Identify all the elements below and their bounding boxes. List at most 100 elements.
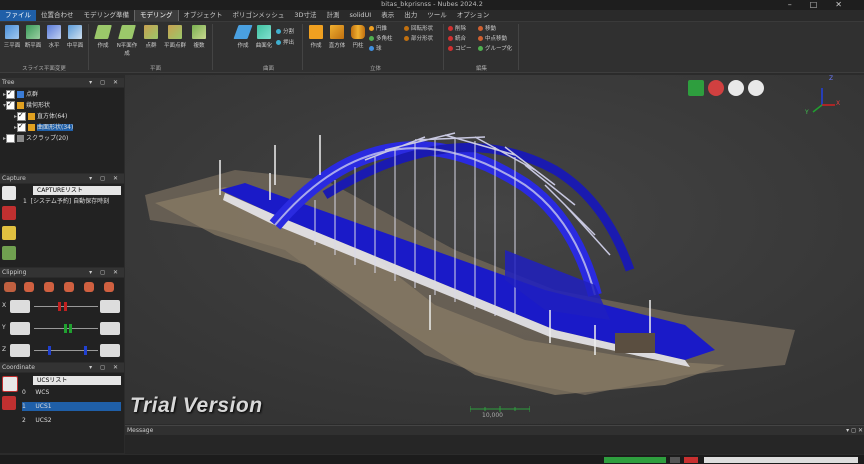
ucs-row-selected[interactable]: 1 UCS1 [22, 402, 121, 411]
panel-controls[interactable]: ▾ ◻ ✕ [89, 268, 121, 277]
solid-create-button[interactable]: 作成 [306, 25, 326, 49]
partial-shape-icon [404, 36, 409, 41]
tree-item-geometry[interactable]: ▾幾何形状 [3, 100, 50, 110]
plane-points-button[interactable]: 平面点群 [163, 25, 187, 49]
extrude-button[interactable]: 押出 [276, 38, 294, 46]
merge-icon [448, 36, 453, 41]
plane-create-button[interactable]: 作成 [93, 25, 113, 49]
minimize-button[interactable]: – [788, 0, 810, 9]
menu-options[interactable]: オプション [452, 10, 495, 21]
clip-box-icon[interactable] [4, 282, 16, 292]
message-panel-header: Message ▾ ◻ ✕ [125, 426, 864, 435]
ucs-row[interactable]: 2 UCS2 [22, 416, 121, 425]
checkbox[interactable] [17, 111, 27, 121]
delete-icon[interactable] [2, 396, 16, 410]
section-plane-button[interactable]: 断平面 [23, 25, 43, 49]
point-plane-button[interactable]: 点群 [141, 25, 161, 49]
menu-file[interactable]: ファイル [0, 10, 36, 21]
revolve-shape-button[interactable]: 回転形状 [404, 24, 433, 32]
tree-item-cuboid[interactable]: ▸直方体(64) [14, 111, 67, 121]
mid-plane-button[interactable]: 中平面 [65, 25, 85, 49]
clip-x-icon[interactable] [24, 282, 34, 292]
menu-tools[interactable]: ツール [422, 10, 452, 21]
surface-create-button[interactable]: 作成 [233, 25, 253, 49]
partial-shape-button[interactable]: 部分形状 [404, 34, 433, 42]
copy-button[interactable]: コピー [448, 44, 472, 52]
clip-slider-handle[interactable] [58, 302, 61, 311]
clip-invert-icon[interactable] [84, 282, 94, 292]
clip-slider-track[interactable] [34, 350, 98, 351]
export-icon[interactable] [2, 246, 16, 260]
fit-icon[interactable] [688, 80, 704, 96]
tree-item-surface[interactable]: ▸曲面形状(34) [14, 122, 74, 132]
3d-viewport[interactable]: Z X Y [125, 75, 864, 424]
checkbox[interactable] [6, 134, 16, 143]
menu-solidui[interactable]: solidUI [344, 10, 376, 21]
group-button[interactable]: グループ化 [478, 44, 512, 52]
clip-min-spinner[interactable] [10, 300, 30, 313]
panel-controls[interactable]: ▾ ◻ ✕ [89, 78, 121, 87]
clip-min-spinner[interactable] [10, 322, 30, 335]
cuboid-button[interactable]: 直方体 [327, 25, 347, 49]
checkbox[interactable] [6, 89, 16, 99]
menu-output[interactable]: 出力 [399, 10, 422, 21]
multi-plane-button[interactable]: 複数 [189, 25, 209, 49]
clip-slider-handle[interactable] [64, 302, 67, 311]
folder-open-icon[interactable] [2, 226, 16, 240]
midpoint-move-button[interactable]: 中点移動 [478, 34, 507, 42]
tree-item-scrap[interactable]: ▸ スクラップ(20) [3, 134, 68, 143]
panel-controls[interactable]: ▾ ◻ ✕ [846, 426, 863, 435]
add-ucs-icon[interactable] [2, 376, 18, 392]
clip-slider-handle[interactable] [48, 346, 51, 355]
clip-slider-handle[interactable] [69, 324, 72, 333]
n-plane-create-button[interactable]: N平面作成 [115, 25, 139, 57]
menu-3d-dimension[interactable]: 3D寸法 [289, 10, 321, 21]
three-plane-button[interactable]: 三平面 [2, 25, 22, 49]
camera-icon[interactable] [2, 186, 16, 200]
clip-y-icon[interactable] [44, 282, 54, 292]
panel-controls[interactable]: ▾ ◻ ✕ [89, 363, 121, 372]
delete-button[interactable]: 削除 [448, 24, 466, 32]
menu-measure[interactable]: 計測 [321, 10, 344, 21]
move-button[interactable]: 移動 [478, 24, 496, 32]
menu-view[interactable]: 表示 [376, 10, 399, 21]
menu-object[interactable]: オブジェクト [179, 10, 228, 21]
menu-alignment[interactable]: 位置合わせ [36, 10, 79, 21]
panel-controls[interactable]: ▾ ◻ ✕ [89, 174, 121, 183]
sphere-button[interactable]: 球 [369, 44, 382, 52]
clip-z-icon[interactable] [64, 282, 74, 292]
folder-icon [28, 124, 36, 131]
group-label-surface: 曲面 [263, 66, 275, 72]
clip-max-spinner[interactable] [100, 344, 120, 357]
menu-modeling[interactable]: モデリング [134, 10, 179, 21]
menu-polygon-mesh[interactable]: ポリゴンメッシュ [228, 10, 290, 21]
surfacize-button[interactable]: 曲面化 [254, 25, 274, 49]
cylinder-button[interactable]: 円柱 [348, 25, 368, 49]
clip-slider-handle[interactable] [84, 346, 87, 355]
clip-min-spinner[interactable] [10, 344, 30, 357]
window-controls: –□✕ [788, 0, 860, 9]
polygonal-prism-button[interactable]: 多角柱 [369, 34, 393, 42]
pause-icon[interactable] [748, 80, 764, 96]
clip-max-spinner[interactable] [100, 322, 120, 335]
dome-icon[interactable] [728, 80, 744, 96]
tree-item-point-cloud[interactable]: ▸点群 [3, 89, 38, 99]
delete-icon[interactable] [2, 206, 16, 220]
merge-button[interactable]: 統合 [448, 34, 466, 42]
clip-reset-icon[interactable] [104, 282, 114, 292]
axis-label-y: Y [805, 109, 809, 116]
checkbox[interactable] [6, 100, 16, 110]
checkbox[interactable] [17, 122, 27, 132]
ucs-list-header: UCSリスト [33, 376, 121, 385]
horizontal-plane-button[interactable]: 水平 [44, 25, 64, 49]
ucs-row[interactable]: 0 WCS [22, 388, 121, 397]
clip-slider-handle[interactable] [64, 324, 67, 333]
maximize-button[interactable]: □ [810, 0, 836, 9]
cone-button[interactable]: 円錐 [369, 24, 387, 32]
clip-max-spinner[interactable] [100, 300, 120, 313]
capture-row[interactable]: 1 [システム予約] 自動保存時刻 [23, 197, 109, 206]
globe-icon[interactable] [708, 80, 724, 96]
menu-modeling-prep[interactable]: モデリング準備 [79, 10, 135, 21]
split-button[interactable]: 分割 [276, 27, 294, 35]
close-button[interactable]: ✕ [835, 0, 860, 9]
